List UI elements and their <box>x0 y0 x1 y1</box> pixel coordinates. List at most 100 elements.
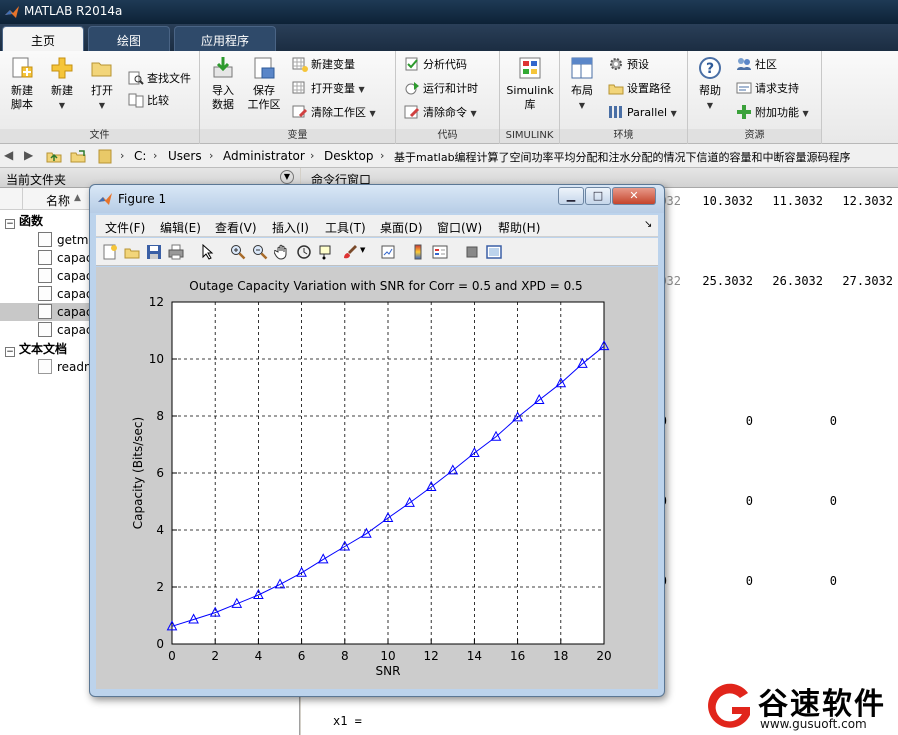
hide-plot-tools-icon[interactable] <box>464 244 480 260</box>
new-figure-icon[interactable] <box>102 244 118 260</box>
x-tick-label: 2 <box>211 649 219 663</box>
show-plot-tools-icon[interactable] <box>486 244 502 260</box>
x-tick-label: 10 <box>380 649 395 663</box>
compare-button[interactable]: 比较 <box>128 91 169 111</box>
menu-window[interactable]: 窗口(W) <box>437 219 482 236</box>
new-variable-button[interactable]: 新建变量 <box>292 55 355 75</box>
collapse-icon[interactable]: − <box>5 347 15 357</box>
clear-workspace-label: 清除工作区 <box>311 106 366 119</box>
layout-button[interactable]: 布局 ▼ <box>562 55 602 113</box>
clear-commands-button[interactable]: 清除命令 ▼ <box>404 103 477 123</box>
x-tick-label: 6 <box>298 649 306 663</box>
clear-workspace-button[interactable]: 清除工作区 ▼ <box>292 103 376 123</box>
tab-apps[interactable]: 应用程序 <box>174 26 276 51</box>
undock-arrow-icon[interactable]: ↘ <box>644 219 652 230</box>
find-files-button[interactable]: 查找文件 <box>128 69 191 89</box>
crumb-separator: › <box>209 149 214 162</box>
link-plot-icon[interactable] <box>380 244 396 260</box>
menu-tools[interactable]: 工具(T) <box>325 219 366 236</box>
compare-icon <box>128 93 144 108</box>
simulink-library-button[interactable]: Simulink 库 <box>504 55 556 112</box>
print-icon[interactable] <box>168 244 184 260</box>
community-label: 社区 <box>755 58 777 71</box>
current-folder-title: 当前文件夹 <box>6 173 67 187</box>
import-data-button[interactable]: 导入 数据 <box>203 55 243 112</box>
open-button[interactable]: 打开 ▼ <box>82 55 122 113</box>
open-dropdown-icon: ▼ <box>98 101 106 110</box>
x-tick-label: 20 <box>596 649 611 663</box>
new-variable-icon <box>292 57 308 72</box>
open-label: 打开 <box>91 84 113 97</box>
figure-canvas[interactable]: Outage Capacity Variation with SNR for C… <box>96 267 658 689</box>
parallel-button[interactable]: Parallel ▼ <box>608 103 677 123</box>
function-file-icon <box>38 322 52 337</box>
zoom-in-icon[interactable] <box>230 244 246 260</box>
brush-icon[interactable] <box>342 244 358 260</box>
add-ons-button[interactable]: 附加功能 ▼ <box>736 103 809 123</box>
data-cursor-icon[interactable] <box>318 244 334 260</box>
pointer-icon[interactable] <box>200 244 216 260</box>
menu-file[interactable]: 文件(F) <box>105 219 145 236</box>
y-tick-label: 4 <box>156 523 164 537</box>
browse-folder-icon[interactable] <box>70 148 86 164</box>
y-tick-label: 8 <box>156 409 164 423</box>
legend-icon[interactable] <box>432 244 448 260</box>
crumb-project-folder[interactable]: 基于matlab编程计算了空间功率平均分配和注水分配的情况下信道的容量和中断容量… <box>394 149 851 165</box>
request-support-button[interactable]: 请求支持 <box>736 79 799 99</box>
menu-desktop[interactable]: 桌面(D) <box>380 219 423 236</box>
name-column-header[interactable]: 名称 <box>46 192 70 209</box>
open-file-icon[interactable] <box>124 244 140 260</box>
menu-help[interactable]: 帮助(H) <box>498 219 540 236</box>
open-variable-button[interactable]: 打开变量 ▼ <box>292 79 365 99</box>
forward-arrow-icon[interactable]: ▶ <box>24 148 33 162</box>
tab-plots[interactable]: 绘图 <box>88 26 170 51</box>
menu-insert[interactable]: 插入(I) <box>272 219 309 236</box>
parallel-dropdown-icon: ▼ <box>670 109 677 118</box>
new-button[interactable]: 新建 ▼ <box>42 55 82 113</box>
figure-window[interactable]: Figure 1 ▁ □ ✕ 文件(F) 编辑(E) 查看(V) 插入(I) 工… <box>89 184 665 697</box>
gear-icon <box>610 58 622 70</box>
analyze-code-button[interactable]: 分析代码 <box>404 55 467 75</box>
set-path-button[interactable]: 设置路径 <box>608 79 671 99</box>
maximize-button[interactable]: □ <box>585 187 611 205</box>
save-icon[interactable] <box>146 244 162 260</box>
ribbon-group-variable: 导入 数据 保存 工作区 新建变量 打开变量 ▼ 清除工作区 ▼ 变量 <box>200 51 396 144</box>
crumb-desktop[interactable]: Desktop <box>324 149 374 163</box>
rotate-3d-icon[interactable] <box>296 244 312 260</box>
pan-hand-icon[interactable] <box>274 244 290 260</box>
save-workspace-icon <box>254 57 275 79</box>
preferences-label: 预设 <box>627 58 649 71</box>
new-plus-icon <box>51 57 73 79</box>
figure-title-bar[interactable]: Figure 1 ▁ □ ✕ <box>90 185 664 213</box>
matlab-desktop: MATLAB R2014a 主页 绘图 应用程序 新建 脚本 新建 ▼ 打开 ▼ 查… <box>0 0 898 735</box>
help-button[interactable]: ? 帮助 ▼ <box>690 55 730 113</box>
new-script-button[interactable]: 新建 脚本 <box>2 55 42 112</box>
collapse-icon[interactable]: − <box>5 219 15 229</box>
crumb-drive[interactable]: C: <box>134 149 146 163</box>
minimize-button[interactable]: ▁ <box>558 187 584 205</box>
up-folder-icon[interactable] <box>46 148 62 164</box>
zoom-out-icon[interactable] <box>252 244 268 260</box>
colorbar-icon[interactable] <box>410 244 426 260</box>
menu-edit[interactable]: 编辑(E) <box>160 219 201 236</box>
run-and-time-button[interactable]: 运行和计时 <box>404 79 478 99</box>
crumb-administrator[interactable]: Administrator <box>223 149 305 163</box>
x-tick-label: 4 <box>255 649 263 663</box>
community-button[interactable]: 社区 <box>736 55 777 75</box>
back-arrow-icon[interactable]: ◀ <box>4 148 13 162</box>
clear-workspace-icon <box>292 105 308 118</box>
file-name: readn <box>57 360 92 374</box>
preferences-button[interactable]: 预设 <box>608 55 649 75</box>
request-support-icon <box>736 82 752 94</box>
outage-capacity-chart[interactable]: Outage Capacity Variation with SNR for C… <box>96 267 658 689</box>
output-value: 0 <box>745 574 753 588</box>
layout-icon <box>571 57 593 79</box>
gusu-logo-icon <box>708 683 750 728</box>
brush-dropdown-icon[interactable]: ▼ <box>360 246 365 254</box>
crumb-users[interactable]: Users <box>168 149 202 163</box>
save-workspace-button[interactable]: 保存 工作区 <box>244 55 284 112</box>
menu-view[interactable]: 查看(V) <box>215 219 257 236</box>
close-button[interactable]: ✕ <box>612 187 656 205</box>
panel-options-icon[interactable]: ▼ <box>280 170 294 184</box>
tab-home[interactable]: 主页 <box>2 26 84 51</box>
